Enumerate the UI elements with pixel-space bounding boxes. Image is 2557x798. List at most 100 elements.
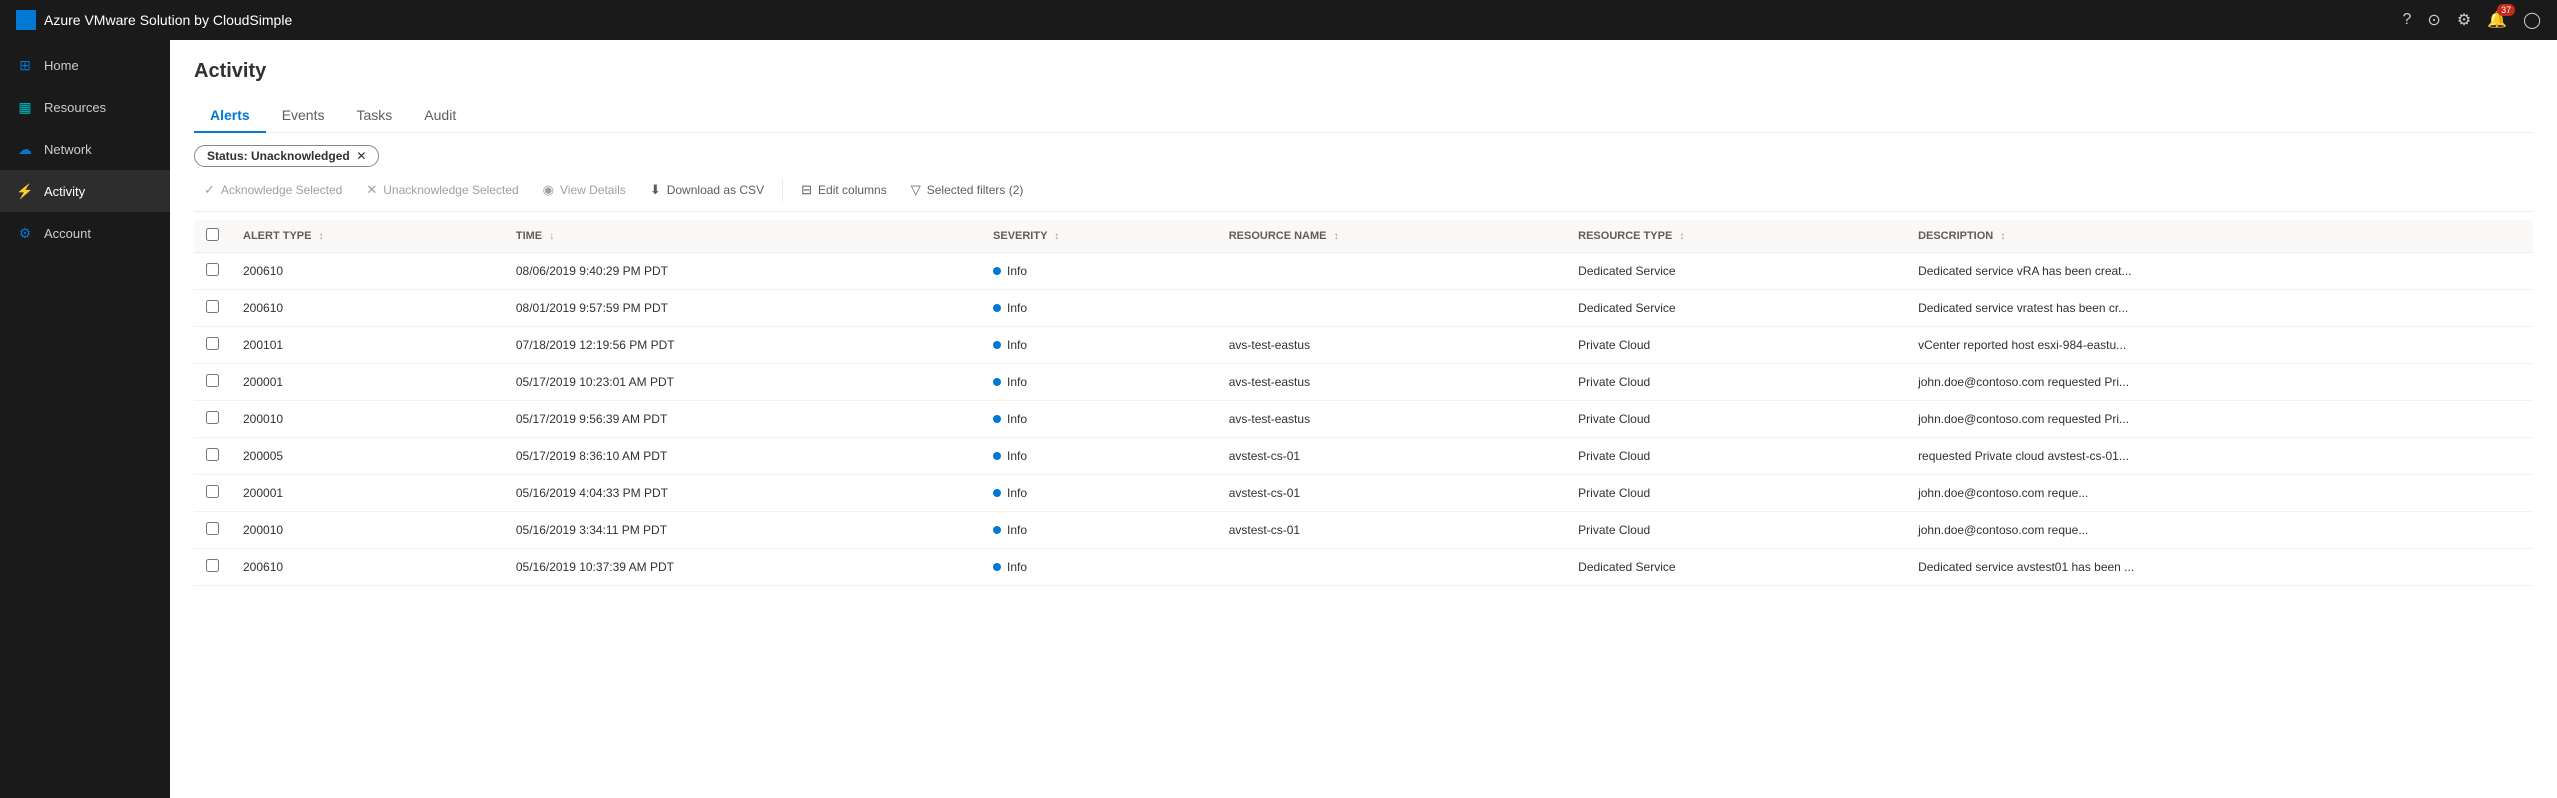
- cell-description: vCenter reported host esxi-984-eastu...: [1906, 327, 2533, 364]
- cell-time: 05/16/2019 4:04:33 PM PDT: [504, 475, 981, 512]
- cell-resource-name: avstest-cs-01: [1217, 512, 1566, 549]
- table-row: 200010 05/17/2019 9:56:39 AM PDT Info av…: [194, 401, 2533, 438]
- cell-resource-type: Private Cloud: [1566, 438, 1906, 475]
- x-icon: ✕: [366, 182, 377, 198]
- col-header-time[interactable]: TIME ↓: [504, 220, 981, 253]
- acknowledge-selected-button[interactable]: ✓ Acknowledge Selected: [194, 177, 352, 203]
- row-checkbox-cell[interactable]: [194, 364, 231, 401]
- cell-resource-type: Dedicated Service: [1566, 549, 1906, 586]
- row-checkbox-6[interactable]: [206, 485, 219, 498]
- row-checkbox-cell[interactable]: [194, 549, 231, 586]
- download-icon: ⬇: [650, 182, 661, 198]
- row-checkbox-1[interactable]: [206, 300, 219, 313]
- sort-alert-type-icon: ↕: [319, 231, 324, 242]
- cell-description: requested Private cloud avstest-cs-01...: [1906, 438, 2533, 475]
- selected-filters-button[interactable]: ▽ Selected filters (2): [901, 177, 1034, 203]
- sidebar: ⊞ Home ▦ Resources ☁ Network ⚡ Activity …: [0, 40, 170, 798]
- select-all-header[interactable]: [194, 220, 231, 253]
- user-circle-icon[interactable]: ⊙: [2427, 10, 2440, 30]
- row-checkbox-5[interactable]: [206, 448, 219, 461]
- cell-time: 08/06/2019 9:40:29 PM PDT: [504, 253, 981, 290]
- sidebar-item-resources[interactable]: ▦ Resources: [0, 86, 170, 128]
- app-title: Azure VMware Solution by CloudSimple: [44, 12, 292, 28]
- severity-dot-icon: [993, 526, 1001, 534]
- row-checkbox-cell[interactable]: [194, 401, 231, 438]
- cell-time: 05/17/2019 8:36:10 AM PDT: [504, 438, 981, 475]
- sort-time-icon: ↓: [549, 231, 554, 242]
- sidebar-item-account[interactable]: ⚙ Account: [0, 212, 170, 254]
- help-icon[interactable]: ?: [2403, 11, 2412, 29]
- check-icon: ✓: [204, 182, 215, 198]
- row-checkbox-7[interactable]: [206, 522, 219, 535]
- unacknowledge-selected-button[interactable]: ✕ Unacknowledge Selected: [356, 177, 528, 203]
- settings-icon[interactable]: ⚙: [2457, 10, 2471, 30]
- cell-description: Dedicated service vratest has been cr...: [1906, 290, 2533, 327]
- col-header-resource-type[interactable]: RESOURCE TYPE ↕: [1566, 220, 1906, 253]
- severity-dot-icon: [993, 415, 1001, 423]
- sidebar-item-network[interactable]: ☁ Network: [0, 128, 170, 170]
- cell-resource-name: avs-test-eastus: [1217, 327, 1566, 364]
- cell-alert-type: 200001: [231, 475, 504, 512]
- acknowledge-label: Acknowledge Selected: [221, 183, 342, 197]
- row-checkbox-cell[interactable]: [194, 290, 231, 327]
- cell-severity: Info: [981, 253, 1217, 290]
- severity-dot-icon: [993, 563, 1001, 571]
- sidebar-item-account-label: Account: [44, 226, 91, 241]
- toolbar-separator: [782, 178, 783, 202]
- severity-value: Info: [1007, 301, 1027, 315]
- notification-count-badge: 37: [2497, 4, 2515, 16]
- cell-resource-name: [1217, 290, 1566, 327]
- table-row: 200001 05/17/2019 10:23:01 AM PDT Info a…: [194, 364, 2533, 401]
- cell-resource-type: Dedicated Service: [1566, 290, 1906, 327]
- sidebar-item-activity[interactable]: ⚡ Activity: [0, 170, 170, 212]
- row-checkbox-4[interactable]: [206, 411, 219, 424]
- severity-value: Info: [1007, 560, 1027, 574]
- notifications-icon[interactable]: 🔔 37: [2487, 10, 2507, 30]
- tab-alerts[interactable]: Alerts: [194, 99, 266, 133]
- sidebar-item-resources-label: Resources: [44, 100, 106, 115]
- tab-events[interactable]: Events: [266, 99, 341, 133]
- status-filter-badge[interactable]: Status: Unacknowledged ✕: [194, 145, 379, 167]
- profile-icon[interactable]: ◯: [2523, 10, 2541, 30]
- cell-severity: Info: [981, 549, 1217, 586]
- view-details-button[interactable]: ◉ View Details: [533, 177, 636, 203]
- eye-icon: ◉: [543, 182, 554, 198]
- sidebar-item-home[interactable]: ⊞ Home: [0, 44, 170, 86]
- account-icon: ⚙: [16, 224, 34, 242]
- row-checkbox-cell[interactable]: [194, 327, 231, 364]
- severity-value: Info: [1007, 375, 1027, 389]
- severity-dot-icon: [993, 341, 1001, 349]
- cell-resource-name: [1217, 253, 1566, 290]
- row-checkbox-8[interactable]: [206, 559, 219, 572]
- main-content: Activity Alerts Events Tasks Audit Statu…: [170, 40, 2557, 798]
- tab-audit[interactable]: Audit: [408, 99, 472, 133]
- download-csv-button[interactable]: ⬇ Download as CSV: [640, 177, 774, 203]
- tab-tasks[interactable]: Tasks: [341, 99, 409, 133]
- sort-resource-type-icon: ↕: [1679, 231, 1684, 242]
- cell-severity: Info: [981, 364, 1217, 401]
- col-header-description[interactable]: DESCRIPTION ↕: [1906, 220, 2533, 253]
- col-header-resource-name[interactable]: RESOURCE NAME ↕: [1217, 220, 1566, 253]
- edit-columns-button[interactable]: ⊟ Edit columns: [791, 177, 897, 203]
- cell-resource-name: avstest-cs-01: [1217, 475, 1566, 512]
- row-checkbox-3[interactable]: [206, 374, 219, 387]
- row-checkbox-0[interactable]: [206, 263, 219, 276]
- sidebar-item-network-label: Network: [44, 142, 92, 157]
- unacknowledge-label: Unacknowledge Selected: [383, 183, 518, 197]
- row-checkbox-cell[interactable]: [194, 253, 231, 290]
- row-checkbox-cell[interactable]: [194, 438, 231, 475]
- col-header-severity[interactable]: SEVERITY ↕: [981, 220, 1217, 253]
- row-checkbox-cell[interactable]: [194, 475, 231, 512]
- cell-resource-name: avs-test-eastus: [1217, 401, 1566, 438]
- cell-time: 07/18/2019 12:19:56 PM PDT: [504, 327, 981, 364]
- cell-resource-name: [1217, 549, 1566, 586]
- col-header-alert-type[interactable]: ALERT TYPE ↕: [231, 220, 504, 253]
- sort-severity-icon: ↕: [1054, 231, 1059, 242]
- toolbar: ✓ Acknowledge Selected ✕ Unacknowledge S…: [194, 177, 2533, 212]
- cell-severity: Info: [981, 290, 1217, 327]
- edit-columns-label: Edit columns: [818, 183, 887, 197]
- select-all-checkbox[interactable]: [206, 228, 219, 241]
- severity-dot-icon: [993, 452, 1001, 460]
- row-checkbox-cell[interactable]: [194, 512, 231, 549]
- row-checkbox-2[interactable]: [206, 337, 219, 350]
